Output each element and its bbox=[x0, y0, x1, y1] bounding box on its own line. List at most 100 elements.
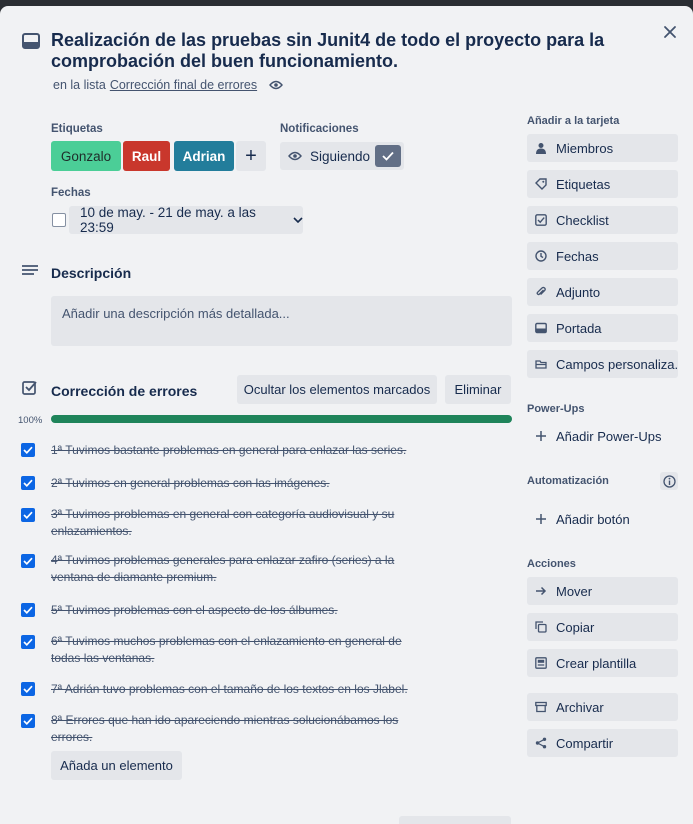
checklist-item-text[interactable]: 8ª Errores que han ido apareciendo mient… bbox=[51, 712, 426, 746]
sidebar-button-portada[interactable]: Portada bbox=[527, 314, 678, 342]
delete-checklist-button[interactable]: Eliminar bbox=[445, 375, 511, 404]
action-button-mover[interactable]: Mover bbox=[527, 577, 678, 605]
close-button[interactable] bbox=[658, 20, 682, 44]
check-icon bbox=[23, 557, 33, 565]
progress-fill bbox=[51, 415, 512, 423]
clock-icon bbox=[535, 250, 547, 262]
arrow-right-icon bbox=[535, 585, 547, 597]
checklist-item-checkbox[interactable] bbox=[21, 603, 35, 617]
plus-icon bbox=[535, 430, 547, 442]
add-button-label: Añadir botón bbox=[556, 511, 630, 527]
checklist-item-text[interactable]: 5ª Tuvimos problemas con el aspecto de l… bbox=[51, 602, 426, 619]
close-icon bbox=[664, 26, 676, 38]
action-button-crear-plantilla[interactable]: Crear plantilla bbox=[527, 649, 678, 677]
add-label-button[interactable]: + bbox=[236, 141, 266, 171]
checklist-item-checkbox[interactable] bbox=[21, 443, 35, 457]
plus-icon bbox=[535, 513, 547, 525]
hide-checked-button[interactable]: Ocultar los elementos marcados bbox=[237, 375, 437, 404]
sidebar-button-fechas[interactable]: Fechas bbox=[527, 242, 678, 270]
checklist-item-checkbox[interactable] bbox=[21, 554, 35, 568]
checklist-item-text[interactable]: 1ª Tuvimos bastante problemas en general… bbox=[51, 442, 426, 459]
action-button-label: Crear plantilla bbox=[556, 655, 637, 671]
description-input[interactable]: Añadir una descripción más detallada... bbox=[51, 296, 512, 346]
checklist-item-text[interactable]: 4ª Tuvimos problemas generales para enla… bbox=[51, 552, 426, 586]
list-reference: en la lista Corrección final de errores bbox=[53, 78, 284, 92]
check-icon bbox=[23, 479, 33, 487]
checklist-item-text[interactable]: 6ª Tuvimos muchos problemas con el enlaz… bbox=[51, 633, 426, 667]
checklist-item-text[interactable]: 7ª Adrián tuvo problemas con el tamaño d… bbox=[51, 681, 426, 698]
checklist-heading: Corrección de errores bbox=[51, 383, 198, 399]
watch-check-icon bbox=[375, 145, 401, 167]
progress-bar bbox=[51, 415, 512, 423]
automation-heading: Automatización bbox=[527, 475, 609, 487]
chevron-down-icon bbox=[293, 217, 303, 223]
description-icon bbox=[22, 264, 38, 282]
checklist-item-checkbox[interactable] bbox=[21, 682, 35, 696]
info-icon[interactable] bbox=[660, 472, 678, 490]
powerups-heading: Power-Ups bbox=[527, 403, 585, 415]
sidebar-button-miembros[interactable]: Miembros bbox=[527, 134, 678, 162]
archive-icon bbox=[535, 701, 547, 713]
checkbox-icon bbox=[535, 214, 547, 226]
checklist-item-text[interactable]: 3ª Tuvimos problemas en general con cate… bbox=[51, 506, 426, 540]
sidebar-button-label: Fechas bbox=[556, 248, 599, 264]
sidebar-button-label: Checklist bbox=[556, 212, 609, 228]
check-icon bbox=[23, 685, 33, 693]
card-icon bbox=[22, 33, 40, 54]
sidebar-button-label: Portada bbox=[556, 320, 602, 336]
activity-toggle-button[interactable] bbox=[399, 816, 511, 824]
watch-button[interactable]: Siguiendo bbox=[280, 142, 404, 170]
check-icon bbox=[23, 446, 33, 454]
sidebar-button-checklist[interactable]: Checklist bbox=[527, 206, 678, 234]
labels-heading: Etiquetas bbox=[51, 123, 103, 135]
checklist-item-text[interactable]: 2ª Tuvimos en general problemas con las … bbox=[51, 475, 426, 492]
check-icon bbox=[23, 511, 33, 519]
add-to-card-heading: Añadir a la tarjeta bbox=[527, 115, 620, 127]
action-button-copiar[interactable]: Copiar bbox=[527, 613, 678, 641]
action-button-label: Compartir bbox=[556, 735, 614, 751]
sidebar-button-label: Etiquetas bbox=[556, 176, 611, 192]
list-link[interactable]: Corrección final de errores bbox=[110, 78, 257, 92]
add-item-button[interactable]: Añada un elemento bbox=[51, 751, 182, 780]
date-complete-checkbox[interactable] bbox=[52, 213, 66, 227]
checklist-item-checkbox[interactable] bbox=[21, 476, 35, 490]
share-icon bbox=[535, 737, 547, 749]
copy-icon bbox=[535, 621, 547, 633]
check-icon bbox=[23, 606, 33, 614]
action-button-archivar[interactable]: Archivar bbox=[527, 693, 678, 721]
dates-value: 10 de may. - 21 de may. a las 23:59 bbox=[80, 205, 256, 235]
add-powerups-label: Añadir Power-Ups bbox=[556, 428, 662, 444]
add-button-button[interactable]: Añadir botón bbox=[527, 505, 678, 533]
card-title[interactable]: Realización de las pruebas sin Junit4 de… bbox=[51, 30, 611, 72]
checklist-item-checkbox[interactable] bbox=[21, 635, 35, 649]
person-icon bbox=[535, 142, 547, 154]
notifications-heading: Notificaciones bbox=[280, 123, 359, 135]
add-powerups-button[interactable]: Añadir Power-Ups bbox=[527, 422, 678, 450]
label-raul[interactable]: Raul bbox=[123, 141, 170, 171]
check-icon bbox=[23, 717, 33, 725]
check-icon bbox=[23, 638, 33, 646]
sidebar-button-etiquetas[interactable]: Etiquetas bbox=[527, 170, 678, 198]
checklist-icon bbox=[22, 380, 38, 401]
watch-label: Siguiendo bbox=[310, 148, 371, 164]
eye-icon bbox=[269, 80, 284, 90]
sidebar-button-label: Adjunto bbox=[556, 284, 601, 300]
label-adrian[interactable]: Adrian bbox=[174, 141, 234, 171]
custom-fields-icon bbox=[535, 358, 547, 370]
list-prefix: en la lista bbox=[53, 78, 106, 92]
action-button-label: Mover bbox=[556, 583, 593, 599]
sidebar-button-adjunto[interactable]: Adjunto bbox=[527, 278, 678, 306]
checklist-item-checkbox[interactable] bbox=[21, 714, 35, 728]
actions-heading: Acciones bbox=[527, 558, 576, 570]
sidebar-button-label: Campos personaliza... bbox=[556, 356, 678, 372]
checklist-item-checkbox[interactable] bbox=[21, 508, 35, 522]
action-button-compartir[interactable]: Compartir bbox=[527, 729, 678, 757]
dates-button[interactable]: 10 de may. - 21 de may. a las 23:59 bbox=[69, 205, 303, 235]
action-button-label: Archivar bbox=[556, 699, 604, 715]
sidebar-button-campos-personaliza[interactable]: Campos personaliza... bbox=[527, 350, 678, 378]
sidebar-button-label: Miembros bbox=[556, 140, 614, 156]
progress-percent: 100% bbox=[18, 415, 43, 426]
label-gonzalo[interactable]: Gonzalo bbox=[51, 141, 121, 171]
template-icon bbox=[535, 657, 547, 669]
action-button-label: Copiar bbox=[556, 619, 595, 635]
